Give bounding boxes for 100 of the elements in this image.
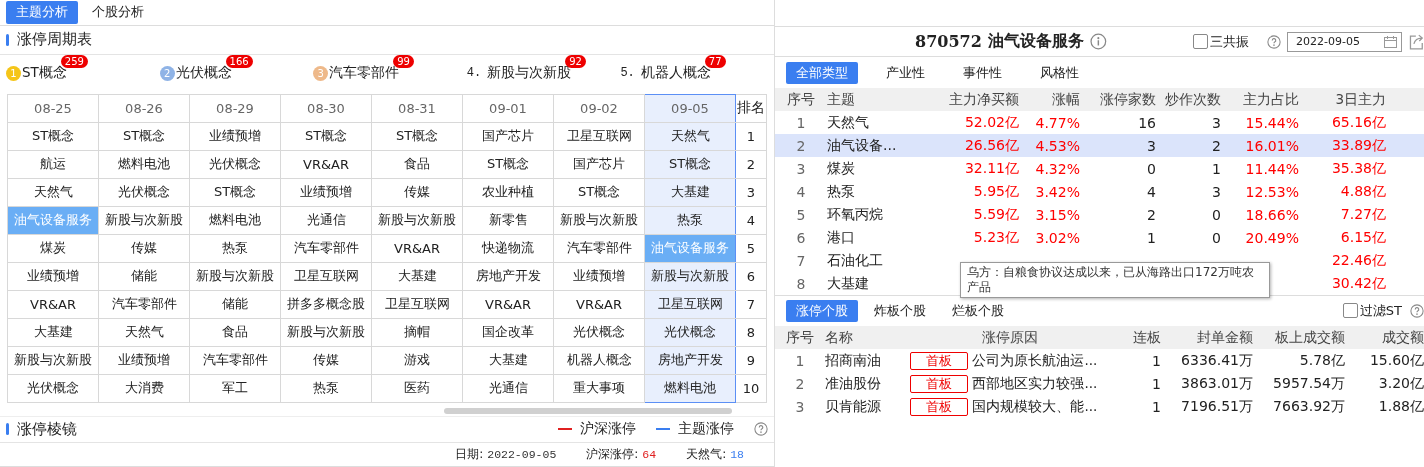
theme-cell[interactable]: 拼多多概念股 (280, 290, 372, 319)
theme-cell[interactable]: 新股与次新股 (189, 262, 281, 291)
theme-cell[interactable]: 热泵 (280, 374, 372, 403)
date-header[interactable]: 08-30 (280, 94, 372, 123)
theme-cell[interactable]: 光伏概念 (644, 318, 736, 347)
theme-cell[interactable]: ST概念 (462, 150, 554, 179)
theme-cell[interactable]: VR&AR (371, 234, 463, 263)
theme-cell[interactable]: 卫星互联网 (644, 290, 736, 319)
theme-cell[interactable]: 汽车零部件 (98, 290, 190, 319)
theme-cell[interactable]: 光通信 (462, 374, 554, 403)
type-tab[interactable]: 产业性 (876, 61, 935, 84)
help-icon[interactable] (1410, 303, 1424, 318)
date-field[interactable]: 2022-09-05 (1287, 31, 1403, 52)
theme-cell[interactable]: 大基建 (462, 346, 554, 375)
theme-cell[interactable]: 新股与次新股 (7, 346, 99, 375)
theme-cell[interactable]: 房地产开发 (644, 346, 736, 375)
theme-cell[interactable]: 新股与次新股 (280, 318, 372, 347)
type-tab[interactable]: 全部类型 (786, 61, 858, 84)
theme-cell[interactable]: 国产芯片 (553, 150, 645, 179)
theme-cell[interactable]: 国企改革 (462, 318, 554, 347)
help-icon[interactable] (754, 422, 768, 437)
theme-cell[interactable]: 光伏概念 (553, 318, 645, 347)
calendar-icon[interactable] (1384, 35, 1398, 48)
theme-cell[interactable]: 光伏概念 (98, 178, 190, 207)
theme-cell[interactable]: 业绩预增 (280, 178, 372, 207)
type-tab[interactable]: 风格性 (1030, 61, 1089, 84)
theme-cell[interactable]: 机器人概念 (553, 346, 645, 375)
theme-cell[interactable]: 燃料电池 (644, 374, 736, 403)
theme-cell[interactable]: 天然气 (7, 178, 99, 207)
theme-cell[interactable]: VR&AR (280, 150, 372, 179)
theme-cell[interactable]: 汽车零部件 (189, 346, 281, 375)
date-header[interactable]: 08-25 (7, 94, 99, 123)
theme-cell[interactable]: 食品 (371, 150, 463, 179)
theme-cell[interactable]: 大基建 (7, 318, 99, 347)
theme-cell[interactable]: 新零售 (462, 206, 554, 235)
theme-cell[interactable]: 卫星互联网 (371, 290, 463, 319)
info-icon[interactable] (1089, 33, 1107, 50)
theme-cell[interactable]: 大消费 (98, 374, 190, 403)
theme-cell[interactable]: VR&AR (7, 290, 99, 319)
theme-cell[interactable]: 光通信 (280, 206, 372, 235)
date-header[interactable]: 09-05 (644, 94, 736, 123)
theme-cell[interactable]: 航运 (7, 150, 99, 179)
theme-cell[interactable]: 农业种植 (462, 178, 554, 207)
date-header[interactable]: 08-29 (189, 94, 281, 123)
table-cell[interactable]: 港口 (827, 226, 939, 249)
theme-cell[interactable]: 传媒 (371, 178, 463, 207)
theme-cell[interactable]: VR&AR (553, 290, 645, 319)
date-header[interactable]: 09-02 (553, 94, 645, 123)
theme-cell[interactable]: 摘帽 (371, 318, 463, 347)
theme-cell[interactable]: ST概念 (553, 178, 645, 207)
theme-cell[interactable]: 新股与次新股 (553, 206, 645, 235)
theme-cell[interactable]: 热泵 (189, 234, 281, 263)
stock-tab[interactable]: 炸板个股 (864, 299, 936, 322)
theme-cell[interactable]: 新股与次新股 (644, 262, 736, 291)
theme-cell[interactable]: 快递物流 (462, 234, 554, 263)
help-icon[interactable] (1267, 34, 1282, 49)
theme-cell[interactable]: 食品 (189, 318, 281, 347)
theme-cell[interactable]: 大基建 (644, 178, 736, 207)
theme-cell[interactable]: 新股与次新股 (371, 206, 463, 235)
theme-cell[interactable]: 光伏概念 (189, 150, 281, 179)
theme-cell[interactable]: 业绩预增 (98, 346, 190, 375)
theme-cell[interactable]: 房地产开发 (462, 262, 554, 291)
theme-cell[interactable]: 煤炭 (7, 234, 99, 263)
scrollbar-thumb[interactable] (444, 407, 732, 414)
theme-cell[interactable]: 军工 (189, 374, 281, 403)
theme-cell[interactable]: 大基建 (371, 262, 463, 291)
theme-cell[interactable]: 热泵 (644, 206, 736, 235)
export-icon[interactable] (1408, 32, 1424, 51)
date-header[interactable]: 09-01 (462, 94, 554, 123)
theme-cell[interactable]: 天然气 (644, 122, 736, 151)
theme-cell[interactable]: 国产芯片 (462, 122, 554, 151)
theme-cell[interactable]: 新股与次新股 (98, 206, 190, 235)
theme-cell[interactable]: 传媒 (280, 346, 372, 375)
theme-cell[interactable]: 游戏 (371, 346, 463, 375)
analysis-tab[interactable]: 主题分析 (6, 0, 78, 24)
table-cell[interactable]: 天然气 (827, 111, 939, 134)
checkbox[interactable] (1193, 34, 1209, 49)
theme-cell[interactable]: 汽车零部件 (553, 234, 645, 263)
date-header[interactable]: 08-26 (98, 94, 190, 123)
table-cell[interactable]: 油气设备... (827, 134, 939, 157)
theme-cell[interactable]: 业绩预增 (553, 262, 645, 291)
theme-cell[interactable]: ST概念 (371, 122, 463, 151)
theme-cell[interactable]: 天然气 (98, 318, 190, 347)
table-cell[interactable]: 石油化工 (827, 249, 939, 272)
theme-cell[interactable]: ST概念 (644, 150, 736, 179)
theme-cell[interactable]: 光伏概念 (7, 374, 99, 403)
theme-cell[interactable]: 业绩预增 (7, 262, 99, 291)
table-cell[interactable]: 煤炭 (827, 157, 939, 180)
theme-cell[interactable]: 医药 (371, 374, 463, 403)
theme-cell[interactable]: ST概念 (98, 122, 190, 151)
theme-cell[interactable]: VR&AR (462, 290, 554, 319)
date-header[interactable]: 08-31 (371, 94, 463, 123)
type-tab[interactable]: 事件性 (953, 61, 1012, 84)
stock-tab[interactable]: 涨停个股 (786, 299, 858, 322)
theme-cell[interactable]: ST概念 (280, 122, 372, 151)
stock-tab[interactable]: 烂板个股 (942, 299, 1014, 322)
table-cell[interactable]: 热泵 (827, 180, 939, 203)
theme-cell[interactable]: 储能 (98, 262, 190, 291)
theme-cell[interactable]: ST概念 (7, 122, 99, 151)
theme-cell[interactable]: 储能 (189, 290, 281, 319)
